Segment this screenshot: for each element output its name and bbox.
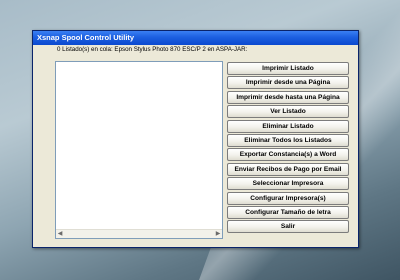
title-bar[interactable]: Xsnap Spool Control Utility [33, 31, 358, 45]
spool-control-window: Xsnap Spool Control Utility 0 Listado(s)… [32, 30, 359, 248]
window-title: Xsnap Spool Control Utility [37, 33, 135, 42]
configure-printers-button[interactable]: Configurar Impresora(s) [227, 191, 349, 205]
action-buttons: Imprimir Listado Imprimir desde una Pági… [227, 62, 349, 235]
print-page-range-button[interactable]: Imprimir desde hasta una Página [227, 90, 349, 104]
scroll-right-icon[interactable]: ▶ [214, 230, 222, 238]
export-to-word-button[interactable]: Exportar Constancia(s) a Word [227, 148, 349, 162]
email-receipts-button[interactable]: Enviar Recibos de Pago por Email [227, 162, 349, 176]
configure-font-size-button[interactable]: Configurar Tamaño de letra [227, 205, 349, 219]
scroll-left-icon[interactable]: ◀ [56, 230, 64, 238]
view-listing-button[interactable]: Ver Listado [227, 105, 349, 119]
spool-listbox[interactable]: ◀ ▶ [55, 61, 223, 239]
delete-listing-button[interactable]: Eliminar Listado [227, 119, 349, 133]
exit-button[interactable]: Salir [227, 220, 349, 234]
delete-all-listings-button[interactable]: Eliminar Todos los Listados [227, 133, 349, 147]
print-from-page-button[interactable]: Imprimir desde una Página [227, 76, 349, 90]
queue-status-text: 0 Listado(s) en cola: Epson Stylus Photo… [57, 46, 248, 53]
horizontal-scrollbar[interactable]: ◀ ▶ [56, 229, 222, 238]
print-listing-button[interactable]: Imprimir Listado [227, 62, 349, 75]
select-printer-button[interactable]: Seleccionar Impresora [227, 177, 349, 191]
